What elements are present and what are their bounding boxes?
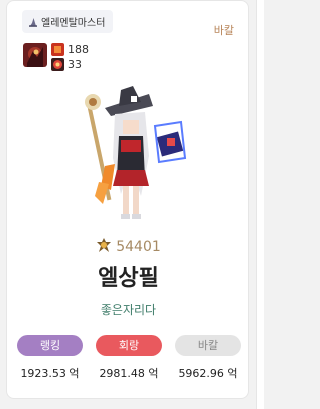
class-tag: 엘레멘탈마스터	[22, 10, 114, 33]
ranking-row: 랭킹 1923.53 억 회랑 2981.48 억 바칼 5962.96 억	[17, 335, 241, 381]
guild-name[interactable]: 좋은자리다	[7, 301, 248, 318]
stat-value: 33	[68, 58, 82, 71]
bakal-value: 5962.96 억	[178, 367, 238, 380]
fame-score: 54401	[7, 237, 248, 257]
corridor-value: 2981.48 억	[99, 367, 159, 380]
stat-value: 188	[68, 43, 89, 56]
ranking-value: 1923.53 억	[20, 367, 80, 380]
skill-avatar-icon	[23, 43, 47, 67]
buff-orb-icon	[51, 58, 64, 71]
bakal-column: 바칼 5962.96 억	[175, 335, 241, 381]
fame-value: 54401	[116, 239, 161, 255]
ranking-column: 랭킹 1923.53 억	[17, 335, 83, 381]
character-name: 엘상필	[98, 266, 159, 291]
next-card-edge	[256, 0, 264, 409]
item-box-icon	[51, 43, 64, 56]
server-name: 바칼	[213, 24, 234, 37]
character-card[interactable]: 엘레멘탈마스터 바칼 188 33 54401 엘상필 좋은자리다 랭킹 192…	[6, 0, 249, 399]
stat-buff-level: 33	[51, 58, 82, 71]
fame-emblem-icon	[96, 237, 112, 257]
mage-hat-icon	[28, 17, 38, 27]
stat-item-level: 188	[51, 43, 89, 56]
class-name: 엘레멘탈마스터	[41, 18, 106, 29]
ranking-badge[interactable]: 랭킹	[17, 335, 83, 356]
bakal-badge[interactable]: 바칼	[175, 335, 241, 356]
character-portrait	[71, 86, 191, 226]
corridor-badge[interactable]: 회랑	[96, 335, 162, 356]
corridor-column: 회랑 2981.48 억	[96, 335, 162, 381]
